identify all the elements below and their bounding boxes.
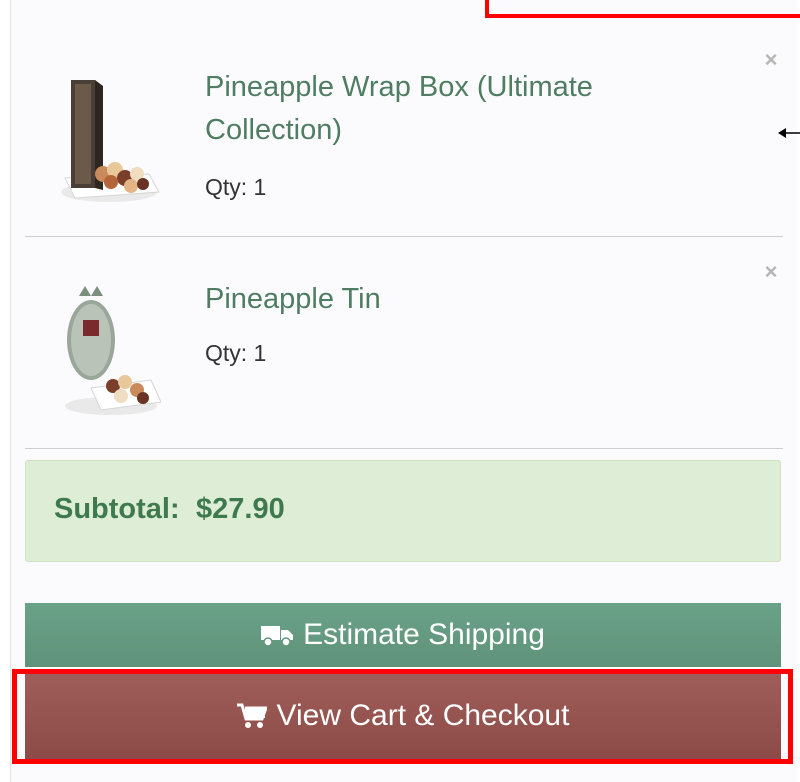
estimate-shipping-button[interactable]: Estimate Shipping: [25, 603, 781, 667]
item-quantity: Qty: 1: [205, 174, 267, 200]
mini-cart-panel: Pineapple Wrap Box (Ultimate Collection)…: [10, 0, 797, 782]
subtotal-box: Subtotal: $27.90: [25, 460, 781, 562]
subtotal-label: Subtotal:: [54, 493, 180, 525]
item-name-link[interactable]: Pineapple Wrap Box (Ultimate Collection): [205, 66, 675, 152]
remove-item-button[interactable]: ×: [759, 260, 783, 284]
cart-item: Pineapple Wrap Box (Ultimate Collection)…: [25, 40, 783, 237]
checkout-highlight-box: [12, 669, 793, 764]
annotation-highlight-box: [485, 0, 800, 18]
remove-item-button[interactable]: ×: [759, 48, 783, 72]
item-name-link[interactable]: Pineapple Tin: [205, 278, 675, 321]
estimate-shipping-label: Estimate Shipping: [303, 618, 545, 651]
item-quantity: Qty: 1: [205, 340, 267, 366]
annotation-arrow-icon: [778, 128, 800, 138]
truck-icon: [261, 623, 294, 647]
wrap-box-product-image[interactable]: [51, 70, 161, 220]
tin-product-image[interactable]: [51, 280, 161, 430]
cart-item: Pineapple Tin Qty: 1 ×: [25, 236, 783, 449]
subtotal-value: $27.90: [196, 493, 285, 525]
